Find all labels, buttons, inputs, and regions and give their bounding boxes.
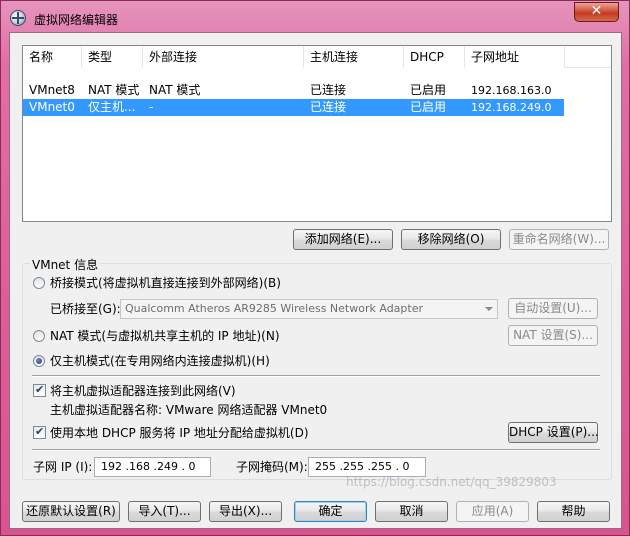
radio-indicator[interactable] bbox=[33, 355, 45, 367]
column-header-name[interactable]: 名称 bbox=[23, 46, 82, 68]
column-header-type[interactable]: 类型 bbox=[82, 46, 143, 68]
cell-subnet: 192.168.249.0 bbox=[471, 101, 552, 114]
nat-mode-label: NAT 模式(与虚拟机共享主机的 IP 地址)(N) bbox=[50, 329, 280, 343]
cell-subnet: 192.168.163.0 bbox=[471, 84, 552, 97]
cell-name: VMnet8 bbox=[29, 83, 75, 97]
virtual-network-editor-window: 虚拟网络编辑器 ✕ 名称 类型 外部连接 主机连接 DHCP 子网地址 VMne… bbox=[0, 0, 630, 536]
radio-indicator[interactable] bbox=[33, 330, 45, 342]
close-button[interactable]: ✕ bbox=[574, 2, 619, 22]
cell-host: 已连接 bbox=[310, 83, 347, 97]
cell-name: VMnet0 bbox=[29, 100, 75, 114]
column-header-host[interactable]: 主机连接 bbox=[304, 46, 404, 68]
add-network-button[interactable]: 添加网络(E)... bbox=[293, 229, 393, 250]
rename-network-button[interactable]: 重命名网络(W)... bbox=[509, 229, 609, 250]
bridged-mode-radio[interactable]: 桥接模式(将虚拟机直接连接到外部网络)(B) bbox=[33, 275, 333, 291]
use-local-dhcp-label: 使用本地 DHCP 服务将 IP 地址分配给虚拟机(D) bbox=[50, 426, 309, 440]
cell-dhcp: 已启用 bbox=[410, 100, 447, 114]
host-only-mode-radio[interactable]: 仅主机模式(在专用网络内连接虚拟机)(H) bbox=[33, 353, 333, 369]
bridged-adapter-select[interactable]: Qualcomm Atheros AR9285 Wireless Network… bbox=[120, 299, 498, 319]
radio-indicator[interactable] bbox=[33, 277, 45, 289]
nat-settings-button[interactable]: NAT 设置(S)... bbox=[508, 325, 598, 346]
dialog-body: 名称 类型 外部连接 主机连接 DHCP 子网地址 VMnet8 NAT 模式 … bbox=[9, 32, 622, 529]
chevron-down-icon bbox=[485, 307, 493, 311]
help-button[interactable]: 帮助 bbox=[537, 501, 610, 522]
cell-host: 已连接 bbox=[310, 100, 347, 114]
host-only-mode-label: 仅主机模式(在专用网络内连接虚拟机)(H) bbox=[50, 354, 270, 368]
cell-external: - bbox=[149, 100, 154, 114]
use-local-dhcp-checkbox[interactable]: 使用本地 DHCP 服务将 IP 地址分配给虚拟机(D) bbox=[33, 424, 353, 441]
subnet-mask-input[interactable]: 255 .255 .255 . 0 bbox=[308, 457, 426, 477]
column-header-dhcp[interactable]: DHCP bbox=[404, 46, 465, 68]
cancel-button[interactable]: 取消 bbox=[375, 501, 448, 522]
apply-button[interactable]: 应用(A) bbox=[456, 501, 529, 522]
subnet-ip-label: 子网 IP (I): bbox=[33, 460, 93, 474]
cell-type: NAT 模式 bbox=[88, 83, 140, 97]
restore-defaults-button[interactable]: 还原默认设置(R) bbox=[22, 501, 120, 522]
ok-button[interactable]: 确定 bbox=[294, 501, 367, 522]
column-header-external[interactable]: 外部连接 bbox=[143, 46, 304, 68]
subnet-mask-label: 子网掩码(M): bbox=[236, 460, 308, 474]
export-button[interactable]: 导出(X)... bbox=[209, 501, 282, 522]
network-row-vmnet0[interactable]: VMnet0 仅主机... - 已连接 已启用 192.168.249.0 bbox=[23, 99, 564, 116]
vmnet-info-group bbox=[22, 263, 612, 480]
connect-host-adapter-label: 将主机虚拟适配器连接到此网络(V) bbox=[50, 384, 236, 398]
import-button[interactable]: 导入(T)... bbox=[128, 501, 201, 522]
bridged-to-label: 已桥接至(G): bbox=[50, 302, 121, 316]
cell-external: NAT 模式 bbox=[149, 83, 201, 97]
host-adapter-name-text: 主机虚拟适配器名称: VMware 网络适配器 VMnet0 bbox=[50, 403, 328, 417]
bridged-mode-label: 桥接模式(将虚拟机直接连接到外部网络)(B) bbox=[50, 276, 281, 290]
subnet-ip-input[interactable]: 192 .168 .249 . 0 bbox=[94, 457, 211, 477]
window-title: 虚拟网络编辑器 bbox=[34, 13, 119, 27]
dhcp-settings-button[interactable]: DHCP 设置(P)... bbox=[508, 422, 599, 443]
bridged-adapter-value: Qualcomm Atheros AR9285 Wireless Network… bbox=[125, 302, 423, 315]
divider bbox=[32, 449, 600, 451]
connect-host-adapter-checkbox[interactable]: 将主机虚拟适配器连接到此网络(V) bbox=[33, 382, 333, 399]
network-globe-icon bbox=[10, 10, 26, 26]
cell-dhcp: 已启用 bbox=[410, 83, 447, 97]
network-row-vmnet8[interactable]: VMnet8 NAT 模式 NAT 模式 已连接 已启用 192.168.163… bbox=[23, 82, 564, 99]
column-header-subnet[interactable]: 子网地址 bbox=[465, 46, 565, 68]
remove-network-button[interactable]: 移除网络(O) bbox=[401, 229, 501, 250]
auto-settings-button[interactable]: 自动设置(U)... bbox=[508, 298, 598, 319]
network-list-header: 名称 类型 外部连接 主机连接 DHCP 子网地址 bbox=[23, 46, 611, 68]
checkbox-indicator[interactable] bbox=[33, 382, 46, 398]
network-list[interactable]: 名称 类型 外部连接 主机连接 DHCP 子网地址 VMnet8 NAT 模式 … bbox=[22, 45, 612, 222]
checkbox-indicator[interactable] bbox=[33, 424, 46, 440]
vmnet-info-group-label: VMnet 信息 bbox=[30, 256, 101, 273]
title-bar[interactable]: 虚拟网络编辑器 ✕ bbox=[1, 1, 629, 33]
divider bbox=[32, 375, 600, 377]
nat-mode-radio[interactable]: NAT 模式(与虚拟机共享主机的 IP 地址)(N) bbox=[33, 328, 333, 344]
cell-type: 仅主机... bbox=[88, 100, 136, 114]
